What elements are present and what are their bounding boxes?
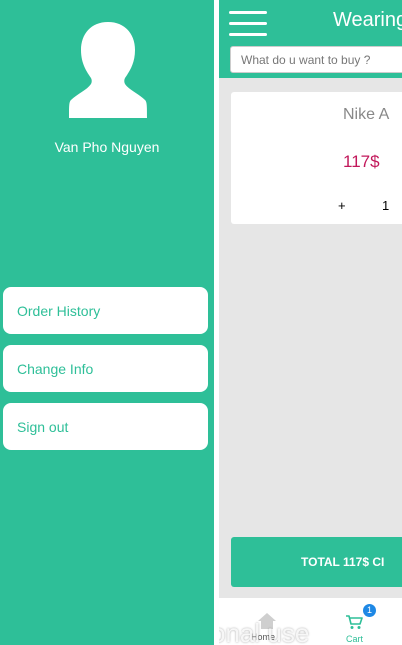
nav-cart[interactable]: 1 Cart xyxy=(343,604,376,644)
sign-out-button[interactable]: Sign out xyxy=(3,403,208,450)
user-name: Van Pho Nguyen xyxy=(54,139,160,155)
cart-badge: 1 xyxy=(363,604,376,617)
watermark: onal use xyxy=(219,618,310,645)
top-bar: Wearing xyxy=(219,0,402,78)
search-input[interactable] xyxy=(230,46,402,73)
cart-product-card[interactable]: Nike A 117$ + 1 xyxy=(231,92,402,224)
navigation-drawer: Van Pho Nguyen Order History Change Info… xyxy=(0,0,214,645)
quantity-value: 1 xyxy=(382,198,390,213)
order-history-button[interactable]: Order History xyxy=(3,287,208,334)
change-info-button[interactable]: Change Info xyxy=(3,345,208,392)
hamburger-menu-icon[interactable] xyxy=(229,11,267,37)
quantity-increase-button[interactable]: + xyxy=(338,198,346,213)
cart-icon xyxy=(346,615,363,629)
app-title: Wearing xyxy=(333,9,402,31)
total-checkout-button[interactable]: TOTAL 117$ CI xyxy=(231,537,402,587)
product-price: 117$ xyxy=(343,152,380,171)
cart-label: Cart xyxy=(346,634,364,644)
product-name: Nike A xyxy=(343,106,390,123)
main-screen: Wearing Nike A 117$ + 1 TOTAL 117$ CI Ho… xyxy=(219,0,402,645)
user-silhouette-icon xyxy=(69,22,147,118)
